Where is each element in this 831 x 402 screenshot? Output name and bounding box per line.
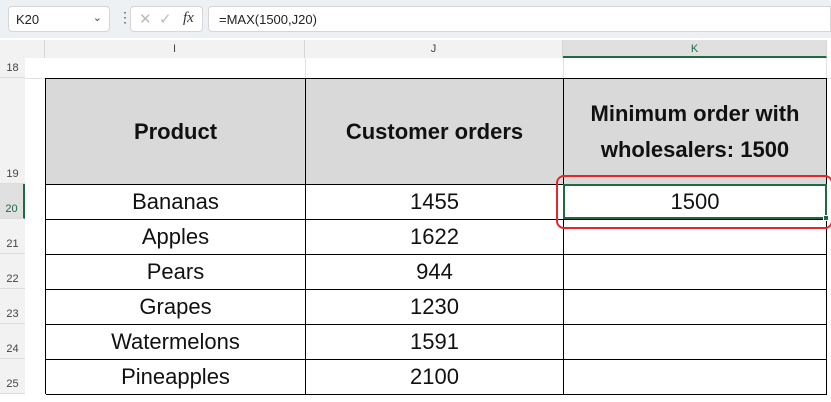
cell-orders[interactable]: 1230: [306, 290, 564, 325]
gridline: [305, 58, 306, 78]
cell-product[interactable]: Pineapples: [46, 360, 306, 395]
cell-minimum[interactable]: [564, 360, 827, 395]
gridline: [826, 58, 827, 78]
formula-bar: K20 ⌄ ⋮ ✕ ✓ fx =MAX(1500,J20): [0, 0, 831, 38]
cell-orders[interactable]: 2100: [306, 360, 564, 395]
formula-buttons: ✕ ✓ fx: [130, 6, 203, 32]
column-header-j[interactable]: J: [305, 40, 563, 58]
fill-handle[interactable]: [823, 215, 829, 221]
column-header-i[interactable]: I: [45, 40, 305, 58]
cell-product[interactable]: Watermelons: [46, 325, 306, 360]
name-box-value: K20: [16, 12, 40, 27]
header-product[interactable]: Product: [46, 79, 306, 185]
cell-orders[interactable]: 1455: [306, 185, 564, 220]
cell-product[interactable]: Bananas: [46, 185, 306, 220]
row-header-21[interactable]: 21: [0, 219, 25, 254]
cell-minimum[interactable]: [564, 325, 827, 360]
fx-icon[interactable]: fx: [183, 10, 194, 27]
chevron-down-icon[interactable]: ⌄: [93, 11, 102, 24]
product-table: Product Customer orders Minimum order wi…: [45, 78, 827, 395]
header-customer-orders[interactable]: Customer orders: [306, 79, 564, 185]
column-header-k[interactable]: K: [563, 40, 827, 58]
row-header-20[interactable]: 20: [0, 184, 25, 219]
cell-product[interactable]: Pears: [46, 255, 306, 290]
confirm-icon[interactable]: ✓: [159, 10, 172, 28]
gridline: [563, 58, 564, 78]
row-header-23[interactable]: 23: [0, 289, 25, 324]
row-header-24[interactable]: 24: [0, 324, 25, 359]
cancel-icon[interactable]: ✕: [139, 10, 152, 28]
formula-input[interactable]: =MAX(1500,J20): [208, 6, 831, 32]
row-header-25[interactable]: 25: [0, 359, 25, 394]
row-header-22[interactable]: 22: [0, 254, 25, 289]
cell-orders[interactable]: 1622: [306, 220, 564, 255]
select-all-corner[interactable]: [0, 40, 45, 58]
selected-cell-k20[interactable]: [563, 184, 829, 221]
header-minimum-order[interactable]: Minimum order with wholesalers: 1500: [564, 79, 827, 185]
cell-minimum[interactable]: [564, 290, 827, 325]
cell-minimum[interactable]: [564, 255, 827, 290]
cell-orders[interactable]: 944: [306, 255, 564, 290]
name-box[interactable]: K20 ⌄: [8, 6, 110, 32]
row-header-18[interactable]: 18: [0, 58, 25, 78]
cell-orders[interactable]: 1591: [306, 325, 564, 360]
row-header-19[interactable]: 19: [0, 78, 25, 184]
cell-product[interactable]: Grapes: [46, 290, 306, 325]
cell-product[interactable]: Apples: [46, 220, 306, 255]
